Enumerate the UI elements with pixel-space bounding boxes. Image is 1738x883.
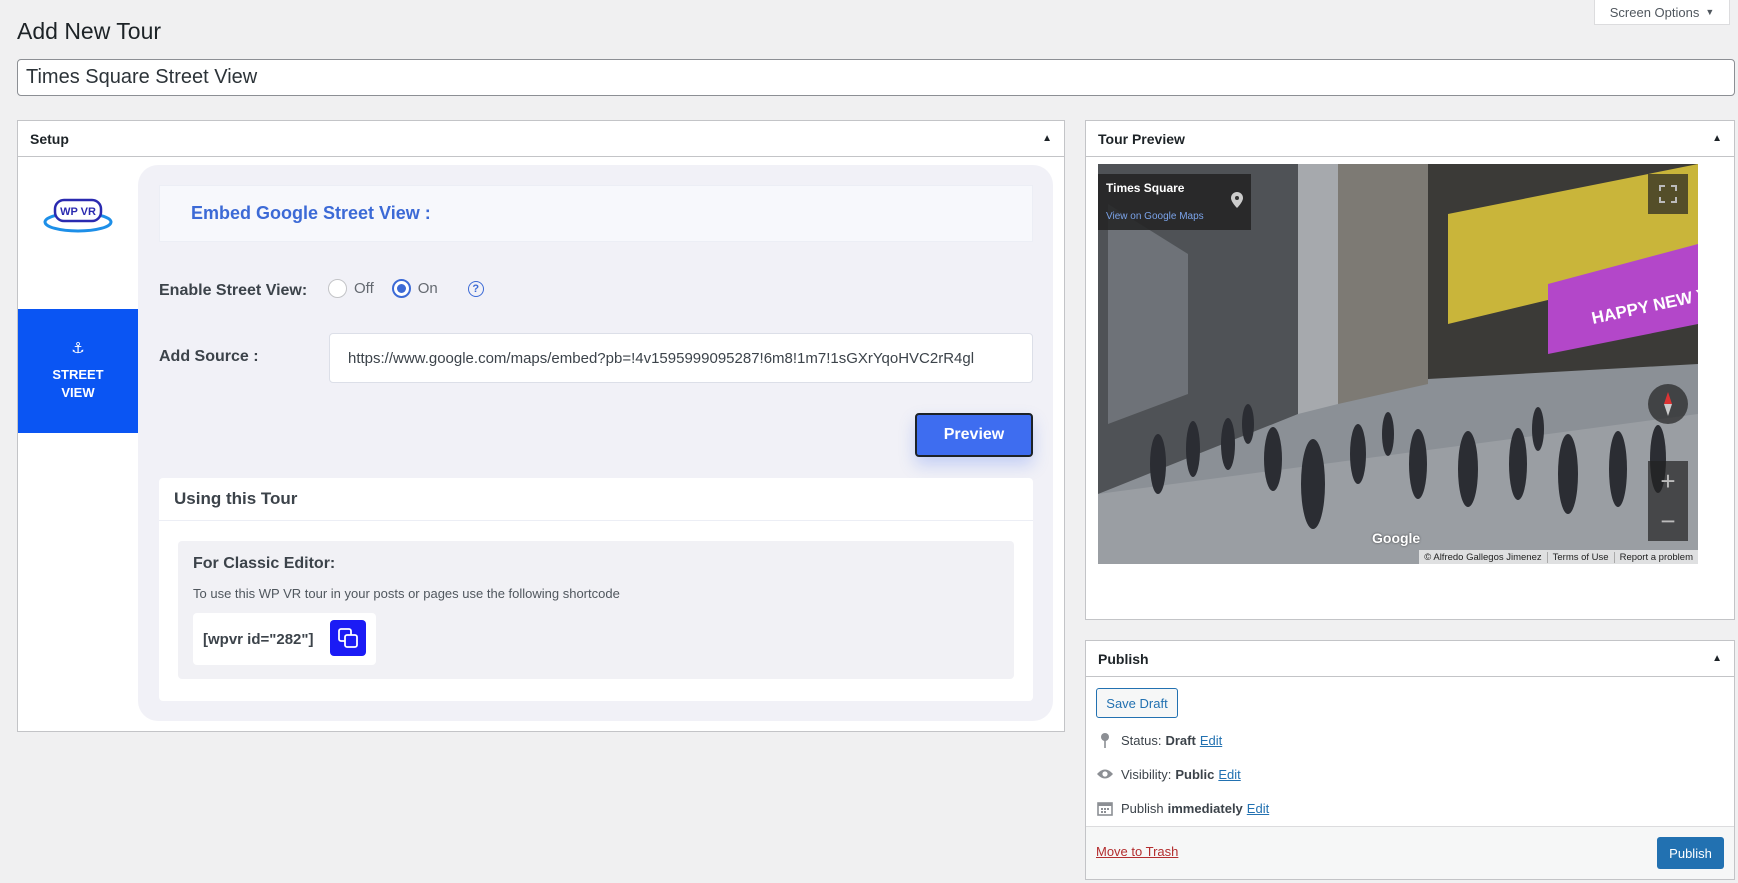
publish-footer: Move to Trash Publish [1086, 826, 1734, 879]
save-draft-button[interactable]: Save Draft [1096, 688, 1178, 718]
status-row: Status: Draft Edit [1096, 731, 1222, 749]
logo-text: WP VR [60, 206, 96, 218]
publish-box: Publish ▲ Save Draft Status: Draft Edit … [1085, 640, 1735, 880]
status-label: Status: [1121, 732, 1162, 748]
classic-editor-title: For Classic Editor: [193, 555, 336, 572]
fullscreen-button[interactable] [1648, 174, 1688, 214]
street-view-info-card: Times Square View on Google Maps [1098, 174, 1251, 230]
anchor-icon: ⚓ [71, 340, 85, 357]
publish-button[interactable]: Publish [1657, 837, 1724, 869]
embed-heading: Embed Google Street View : [159, 185, 1033, 242]
radio-on-label[interactable]: On [418, 280, 438, 297]
classic-editor-box: For Classic Editor: To use this WP VR to… [178, 541, 1014, 679]
classic-editor-description: To use this WP VR tour in your posts or … [193, 586, 620, 601]
pin-icon [1096, 731, 1114, 749]
using-tour-card: Using this Tour For Classic Editor: To u… [159, 478, 1033, 701]
fullscreen-icon [1659, 185, 1677, 203]
copy-icon [338, 628, 358, 648]
tour-preview-header[interactable]: Tour Preview ▲ [1086, 121, 1734, 157]
nav-item-street-view[interactable]: ⚓ STREET VIEW [18, 309, 138, 433]
report-problem-link[interactable]: Report a problem [1613, 551, 1698, 563]
visibility-row: Visibility: Public Edit [1096, 765, 1241, 783]
enable-street-view-label: Enable Street View: [159, 282, 308, 299]
publish-title: Publish [1098, 650, 1149, 667]
setup-box: Setup ▲ WP VR ⚓ STREET VIEW Embed Google… [17, 120, 1065, 732]
zoom-in-button[interactable]: + [1660, 466, 1675, 497]
tour-title-input[interactable]: Times Square Street View [17, 59, 1735, 96]
street-view-attribution: © Alfredo Gallegos Jimenez Terms of Use … [1419, 550, 1698, 564]
page-title: Add New Tour [17, 18, 162, 44]
setup-title: Setup [30, 130, 69, 147]
screen-options-button[interactable]: Screen Options ▼ [1594, 0, 1730, 25]
publish-header[interactable]: Publish ▲ [1086, 641, 1734, 677]
wpvr-logo: WP VR [43, 198, 113, 233]
zoom-controls: + − [1648, 461, 1688, 541]
help-icon[interactable]: ? [467, 280, 484, 297]
collapse-toggle-icon[interactable]: ▲ [1712, 653, 1722, 664]
collapse-toggle-icon[interactable]: ▲ [1042, 133, 1052, 144]
setup-panel: Embed Google Street View : Enable Street… [138, 165, 1053, 721]
radio-off-label[interactable]: Off [354, 280, 374, 297]
calendar-icon [1096, 799, 1114, 817]
eye-icon [1096, 765, 1114, 783]
shortcode-text[interactable]: [wpvr id="282"] [203, 631, 314, 648]
tour-preview-title: Tour Preview [1098, 130, 1185, 147]
setup-side-nav: WP VR ⚓ STREET VIEW [18, 157, 138, 731]
enable-street-view-radios: Off On ? [328, 279, 484, 298]
setup-header[interactable]: Setup ▲ [18, 121, 1064, 157]
compass-control[interactable] [1648, 384, 1688, 424]
publish-date-row: Publish immediately Edit [1096, 799, 1269, 817]
publish-label: Publish [1121, 800, 1164, 816]
copy-shortcode-button[interactable] [330, 620, 366, 656]
status-value: Draft [1165, 732, 1196, 748]
shortcode-box: [wpvr id="282"] [193, 613, 376, 665]
visibility-label: Visibility: [1121, 766, 1172, 782]
edit-status-link[interactable]: Edit [1200, 733, 1222, 748]
tour-title-value: Times Square Street View [26, 66, 258, 88]
compass-icon [1664, 392, 1672, 416]
publish-value: immediately [1167, 800, 1243, 816]
zoom-out-button[interactable]: − [1660, 506, 1675, 537]
visibility-value: Public [1175, 766, 1215, 782]
nav-item-label: STREET VIEW [52, 367, 104, 400]
attribution-author: © Alfredo Gallegos Jimenez [1424, 551, 1542, 563]
source-value: https://www.google.com/maps/embed?pb=!4v… [348, 349, 975, 367]
move-to-trash-link[interactable]: Move to Trash [1096, 844, 1178, 859]
add-source-label: Add Source : [159, 348, 259, 365]
edit-publish-date-link[interactable]: Edit [1247, 801, 1269, 816]
collapse-toggle-icon[interactable]: ▲ [1712, 133, 1722, 144]
tour-preview-box: Tour Preview ▲ HAPPY NEW YEAR Times Squa… [1085, 120, 1735, 620]
preview-button[interactable]: Preview [915, 413, 1033, 457]
radio-off[interactable] [328, 279, 347, 298]
street-view-frame[interactable]: HAPPY NEW YEAR Times Square View on Goog… [1098, 164, 1698, 564]
view-on-google-maps-link[interactable]: View on Google Maps [1106, 211, 1204, 222]
caret-down-icon: ▼ [1705, 7, 1715, 17]
edit-visibility-link[interactable]: Edit [1218, 767, 1240, 782]
google-logo: Google [1372, 530, 1421, 546]
map-pin-icon[interactable] [1231, 192, 1243, 208]
place-name: Times Square [1106, 181, 1185, 195]
terms-of-use-link[interactable]: Terms of Use [1546, 551, 1614, 563]
radio-on[interactable] [391, 279, 411, 298]
using-tour-title: Using this Tour [159, 478, 1033, 521]
screen-options-label: Screen Options [1609, 4, 1700, 20]
source-input[interactable]: https://www.google.com/maps/embed?pb=!4v… [329, 333, 1033, 383]
